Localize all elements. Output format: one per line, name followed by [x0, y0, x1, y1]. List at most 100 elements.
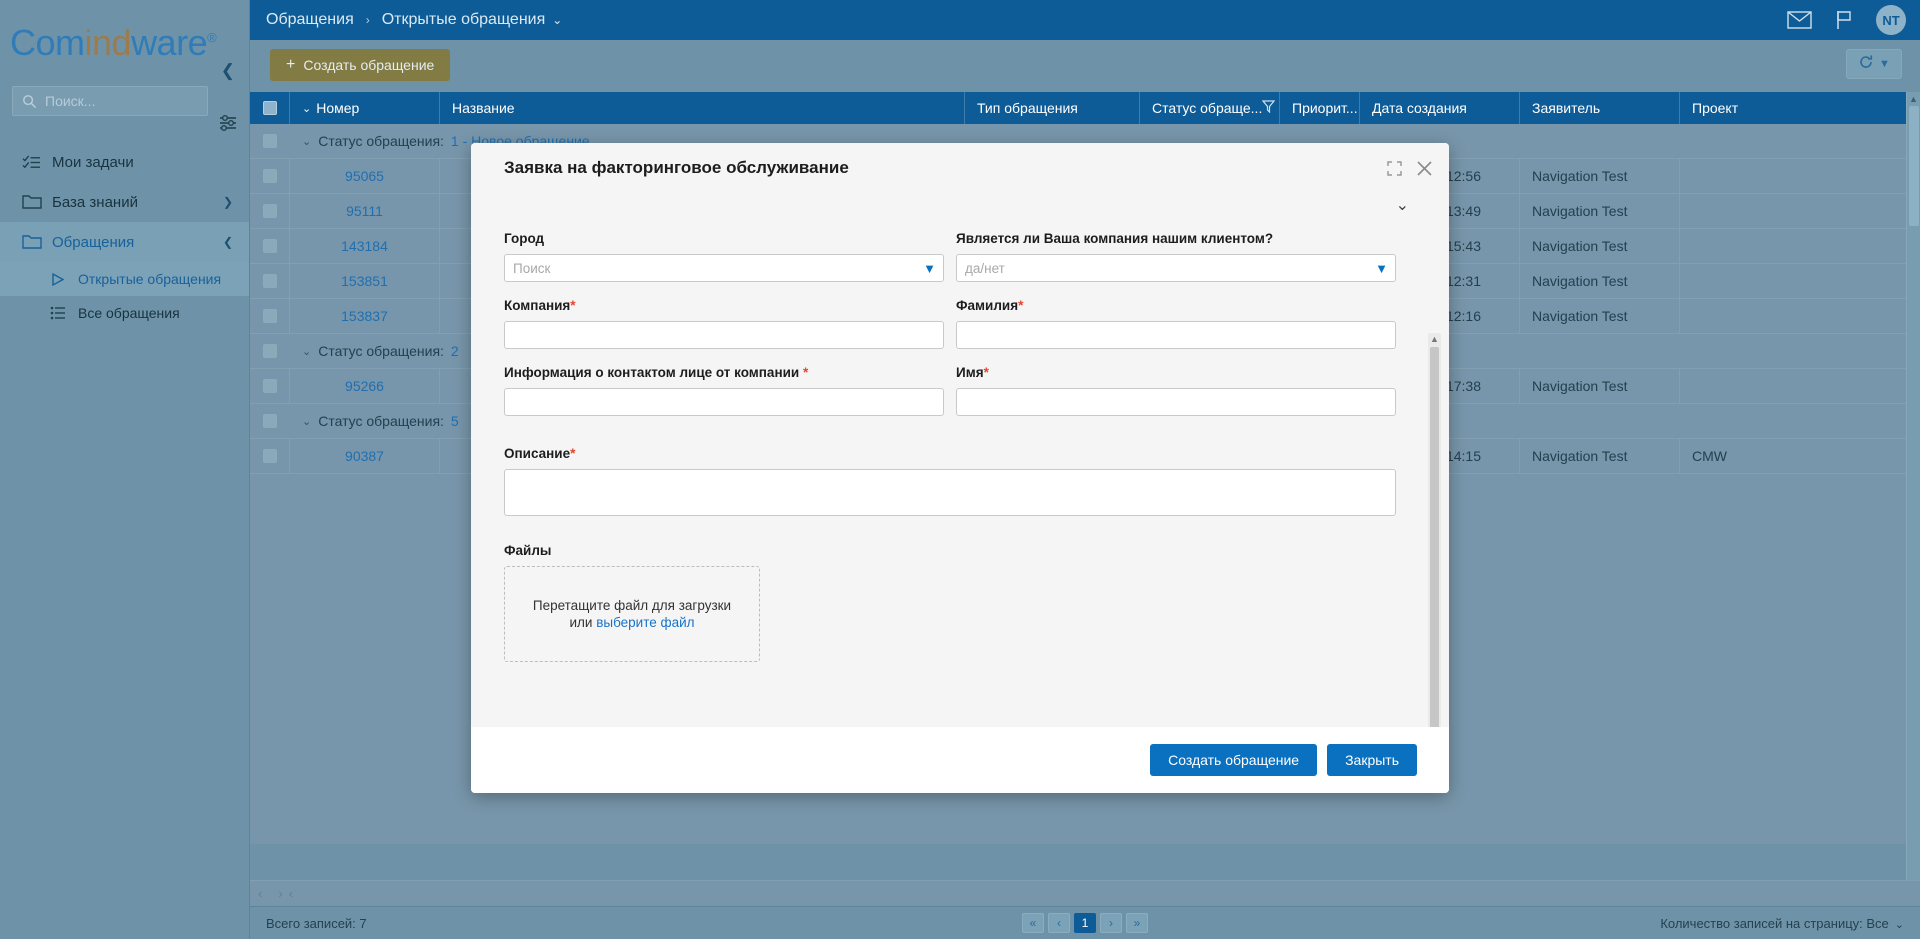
column-header-type[interactable]: Тип обращения	[965, 92, 1140, 124]
breadcrumb-current[interactable]: Открытые обращения ⌄	[382, 11, 563, 29]
refresh-button[interactable]: ▼	[1846, 49, 1902, 79]
sidebar-item-requests[interactable]: Обращения ❮	[0, 222, 249, 262]
column-header-number[interactable]: ⌄ Номер	[290, 92, 440, 124]
firstname-input[interactable]	[956, 388, 1396, 416]
sidebar-item-open-requests[interactable]: Открытые обращения	[0, 262, 249, 296]
field-contact-info: Информация о контактом лице от компании …	[504, 365, 944, 416]
chevron-down-icon[interactable]: ▼	[923, 261, 936, 276]
chevron-down-icon[interactable]: ⌄	[552, 13, 562, 27]
row-checkbox[interactable]	[250, 334, 290, 368]
column-label: Дата создания	[1372, 100, 1467, 116]
pagination-last-button[interactable]: »	[1126, 913, 1148, 933]
table-vertical-scrollbar[interactable]: ▲	[1906, 92, 1920, 880]
records-per-page-selector[interactable]: Количество записей на страницу: Все ⌄	[1660, 916, 1920, 931]
row-checkbox[interactable]	[250, 229, 290, 263]
flag-icon[interactable]	[1834, 10, 1854, 30]
group-prefix: Статус обращения:	[318, 133, 444, 149]
modal-collapse-icon[interactable]: ⌄	[1396, 195, 1409, 215]
pagination-prev-button[interactable]: ‹	[1048, 913, 1070, 933]
column-header-project[interactable]: Проект	[1680, 92, 1920, 124]
pagination-first-button[interactable]: «	[1022, 913, 1044, 933]
cell-req: Navigation Test	[1520, 264, 1680, 298]
sidebar-filter-icon[interactable]	[217, 112, 239, 134]
chevron-down-icon[interactable]: ⌄	[302, 135, 311, 148]
is-client-select[interactable]: да/нет ▼	[956, 254, 1396, 282]
cell-num[interactable]: 153851	[290, 264, 440, 298]
cell-num[interactable]: 143184	[290, 229, 440, 263]
row-checkbox[interactable]	[250, 264, 290, 298]
chevron-down-icon[interactable]: ▼	[1375, 261, 1388, 276]
maximize-icon[interactable]	[1387, 160, 1402, 176]
pagination-page-1[interactable]: 1	[1074, 913, 1096, 933]
scroll-up-icon[interactable]: ▲	[1907, 92, 1920, 106]
filter-icon[interactable]	[1262, 100, 1276, 116]
cell-num[interactable]: 90387	[290, 439, 440, 473]
logo-part-2: ind	[84, 22, 132, 63]
column-header-name[interactable]: Название	[440, 92, 965, 124]
form-row-2: Компания* Фамилия*	[504, 298, 1399, 349]
sidebar-item-knowledge-base[interactable]: База знаний ❯	[0, 182, 249, 222]
chevron-down-icon[interactable]: ❯	[223, 195, 233, 209]
select-all-checkbox[interactable]	[250, 92, 290, 124]
cell-num[interactable]: 153837	[290, 299, 440, 333]
collapse-sidebar-icon[interactable]: ❮	[221, 62, 235, 79]
cell-proj	[1680, 194, 1920, 228]
row-checkbox[interactable]	[250, 159, 290, 193]
modal-scroll-up-icon[interactable]: ▲	[1428, 333, 1441, 346]
column-header-status[interactable]: Статус обраще...	[1140, 92, 1280, 124]
column-label: Номер	[316, 100, 360, 116]
mail-icon[interactable]	[1787, 11, 1812, 29]
avatar[interactable]: NT	[1876, 5, 1906, 35]
description-textarea[interactable]	[504, 469, 1396, 516]
cell-req: Navigation Test	[1520, 439, 1680, 473]
pagination-next-button[interactable]: ›	[1100, 913, 1122, 933]
row-checkbox[interactable]	[250, 404, 290, 438]
choose-file-link[interactable]: выберите файл	[596, 615, 694, 630]
file-dropzone[interactable]: Перетащите файл для загрузки или выберит…	[504, 566, 760, 662]
close-icon[interactable]	[1416, 160, 1433, 177]
modal-title: Заявка на факторинговое обслуживание	[504, 158, 849, 177]
sidebar-item-label: Открытые обращения	[78, 271, 222, 287]
column-label: Проект	[1692, 100, 1739, 116]
modal-scrollbar[interactable]: ▲ ▼	[1428, 333, 1441, 793]
row-checkbox[interactable]	[250, 369, 290, 403]
chevron-down-icon[interactable]: ⌄	[302, 345, 311, 358]
refresh-icon	[1858, 54, 1874, 75]
sidebar-search[interactable]	[12, 86, 208, 116]
city-select[interactable]: Поиск ▼	[504, 254, 944, 282]
company-input[interactable]	[504, 321, 944, 349]
hscroll-right-icon[interactable]: ›	[278, 886, 282, 901]
breadcrumb-current-label: Открытые обращения	[381, 11, 546, 28]
submit-request-button[interactable]: Создать обращение	[1150, 744, 1318, 776]
search-input[interactable]	[45, 93, 185, 109]
modal-scrollbar-thumb[interactable]	[1430, 347, 1439, 732]
scrollbar-thumb[interactable]	[1909, 106, 1919, 226]
row-checkbox[interactable]	[250, 194, 290, 228]
lastname-input[interactable]	[956, 321, 1396, 349]
hscroll-left-icon[interactable]: ‹	[258, 886, 262, 901]
hscroll-left2-icon[interactable]: ‹	[289, 886, 293, 901]
chevron-down-icon[interactable]: ⌄	[302, 415, 311, 428]
contact-info-input[interactable]	[504, 388, 944, 416]
cell-num[interactable]: 95111	[290, 194, 440, 228]
play-icon	[50, 272, 78, 287]
sidebar-item-my-tasks[interactable]: Мои задачи	[0, 142, 249, 182]
row-checkbox[interactable]	[250, 439, 290, 473]
sidebar-item-all-requests[interactable]: Все обращения	[0, 296, 249, 330]
table-horizontal-scrollbar[interactable]: ‹ › ‹	[250, 880, 1920, 906]
column-header-created-date[interactable]: Дата создания	[1360, 92, 1520, 124]
column-header-requester[interactable]: Заявитель	[1520, 92, 1680, 124]
row-checkbox[interactable]	[250, 124, 290, 158]
chevron-up-icon[interactable]: ❮	[223, 235, 233, 249]
header-actions: NT	[1787, 5, 1920, 35]
breadcrumb-root[interactable]: Обращения	[266, 11, 354, 29]
cell-num[interactable]: 95266	[290, 369, 440, 403]
row-checkbox[interactable]	[250, 299, 290, 333]
create-request-button[interactable]: + Создать обращение	[270, 49, 451, 81]
column-header-priority[interactable]: Приорит...	[1280, 92, 1360, 124]
close-modal-button[interactable]: Закрыть	[1327, 744, 1417, 776]
chevron-down-icon[interactable]: ▼	[1879, 58, 1890, 70]
cell-num[interactable]: 95065	[290, 159, 440, 193]
search-icon	[22, 94, 37, 109]
field-files-label: Файлы	[504, 543, 552, 558]
